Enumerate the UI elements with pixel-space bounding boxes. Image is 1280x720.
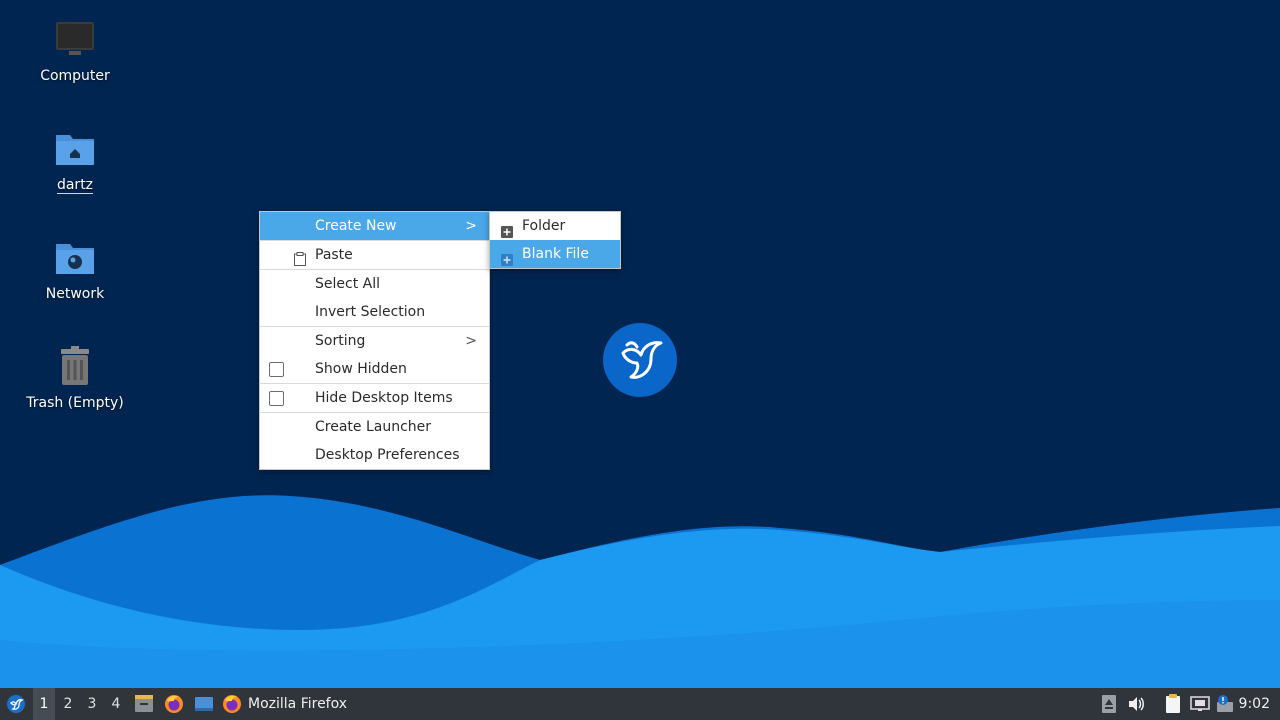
file-manager-launcher[interactable] [132,688,156,720]
menu-item-label: Blank File [522,246,589,262]
firefox-icon [223,695,241,713]
clipboard-icon [1166,694,1180,713]
chevron-right-icon: > [465,333,477,349]
submenu-item-blank-file[interactable]: Blank File [490,240,620,268]
chevron-right-icon: > [465,218,477,234]
volume-icon [1129,697,1144,711]
desktop-icon-label: dartz [56,177,94,194]
menu-item-select-all[interactable]: Select All [260,270,489,298]
start-menu-button[interactable] [4,688,28,720]
eject-icon [1102,695,1116,713]
workspace-3[interactable]: 3 [81,688,103,720]
volume-tray-button[interactable] [1126,688,1148,720]
menu-item-label: Paste [315,247,353,263]
menu-item-paste[interactable]: Paste [260,241,489,269]
workspace-1[interactable]: 1 [33,688,55,720]
new-file-icon [501,248,513,266]
menu-item-label: Invert Selection [315,304,426,320]
taskbar: 1 2 3 4 Mozilla Firefox 9:02 [0,688,1280,720]
menu-item-label: Select All [315,276,380,292]
show-desktop-button[interactable] [192,688,216,720]
clipboard-icon [294,248,306,266]
menu-item-label: Create Launcher [315,419,432,435]
menu-item-label: Desktop Preferences [315,447,460,463]
menu-item-label: Hide Desktop Items [315,390,453,406]
menu-item-label: Sorting [315,333,366,349]
desktop-icon-trash[interactable]: Trash (Empty) [20,345,130,411]
home-folder-icon [53,127,97,171]
workspace-2[interactable]: 2 [57,688,79,720]
menu-item-create-launcher[interactable]: Create Launcher [260,413,489,441]
clock[interactable]: 9:02 [1239,688,1270,720]
update-notifier-icon [1217,695,1233,712]
create-new-submenu: Folder Blank File [489,211,621,269]
hide-desktop-items-checkbox[interactable] [269,391,284,406]
desktop-icon-label: Network [45,286,105,302]
lubuntu-logo-icon [7,695,25,713]
menu-item-label: Show Hidden [315,361,407,377]
menu-item-invert-selection[interactable]: Invert Selection [260,298,489,326]
menu-item-desktop-preferences[interactable]: Desktop Preferences [260,441,489,469]
file-manager-icon [135,695,153,712]
desktop-context-menu: Create New > Paste Select All Invert Sel… [259,211,490,470]
show-hidden-checkbox[interactable] [269,362,284,377]
new-folder-icon [501,220,513,238]
workspace-4[interactable]: 4 [105,688,127,720]
submenu-item-folder[interactable]: Folder [490,212,620,240]
show-desktop-icon [195,697,213,711]
menu-item-label: Create New [315,218,397,234]
update-notifier-tray-button[interactable] [1214,688,1236,720]
menu-item-show-hidden[interactable]: Show Hidden [260,355,489,383]
network-tray-button[interactable] [1189,688,1211,720]
eject-tray-button[interactable] [1098,688,1120,720]
firefox-launcher[interactable] [162,688,186,720]
desktop-icon-label: Computer [40,68,110,84]
taskbar-window-firefox[interactable]: Mozilla Firefox [222,688,362,720]
network-icon [1190,696,1210,711]
desktop-icon-network[interactable]: Network [20,236,130,302]
menu-item-label: Folder [522,218,566,234]
trash-icon [53,345,97,389]
clipboard-tray-button[interactable] [1162,688,1184,720]
lubuntu-logo-icon [603,323,677,397]
menu-item-sorting[interactable]: Sorting > [260,327,489,355]
menu-item-create-new[interactable]: Create New > [260,212,489,240]
computer-icon [53,18,97,62]
desktop-icon-label: Trash (Empty) [26,395,124,411]
menu-item-hide-desktop-items[interactable]: Hide Desktop Items [260,384,489,412]
firefox-icon [165,695,183,713]
network-folder-icon [53,236,97,280]
desktop-icon-home[interactable]: dartz [20,127,130,194]
window-title: Mozilla Firefox [248,696,348,712]
desktop-icon-computer[interactable]: Computer [20,18,130,84]
